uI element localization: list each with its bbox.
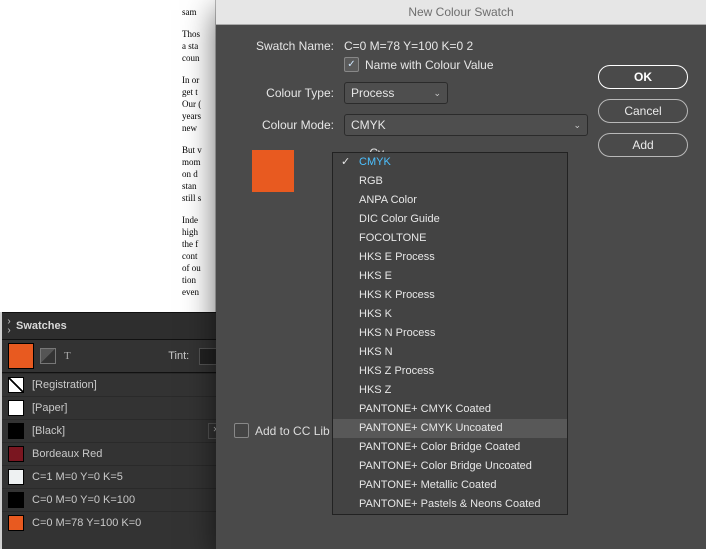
doc-text: But v mom on d stan still s: [0, 144, 211, 204]
dropdown-item[interactable]: PANTONE+ Metallic Coated: [333, 476, 567, 495]
doc-text: sam: [0, 6, 211, 18]
dropdown-item[interactable]: HKS K Process: [333, 286, 567, 305]
dropdown-item[interactable]: PANTONE+ Pastels & Neons Coated: [333, 495, 567, 514]
name-with-value-checkbox[interactable]: ✓: [344, 57, 359, 72]
doc-text: Thos a sta coun: [0, 28, 211, 64]
dropdown-item[interactable]: CMYK: [333, 153, 567, 172]
swatch-chip: [8, 469, 24, 485]
dropdown-item[interactable]: RGB: [333, 172, 567, 191]
cancel-button[interactable]: Cancel: [598, 99, 688, 123]
dropdown-item[interactable]: DIC Color Guide: [333, 210, 567, 229]
dropdown-item[interactable]: HKS N Process: [333, 324, 567, 343]
tint-label: Tint:: [168, 350, 189, 362]
colour-mode-dropdown[interactable]: CMYKRGBANPA ColorDIC Color GuideFOCOLTON…: [332, 152, 568, 515]
add-button[interactable]: Add: [598, 133, 688, 157]
doc-text: Inde high the f cont of ou tion even: [0, 214, 211, 298]
dropdown-item[interactable]: HKS E Process: [333, 248, 567, 267]
dropdown-item[interactable]: PANTONE+ CMYK Coated: [333, 400, 567, 419]
dropdown-item[interactable]: PANTONE+ Color Bridge Uncoated: [333, 457, 567, 476]
swatch-chip: [8, 446, 24, 462]
dropdown-item[interactable]: HKS E: [333, 267, 567, 286]
dropdown-item[interactable]: PANTONE+ CMYK Uncoated: [333, 419, 567, 438]
colour-type-label: Colour Type:: [234, 86, 334, 100]
chevron-down-icon: ⌄: [573, 120, 581, 131]
doc-text: In or get t Our ( years new: [0, 74, 211, 134]
text-swatch-icon[interactable]: T: [64, 350, 71, 362]
colour-type-select[interactable]: Process⌄: [344, 82, 448, 104]
dropdown-item[interactable]: ANPA Color: [333, 191, 567, 210]
colour-mode-label: Colour Mode:: [234, 118, 334, 132]
swatch-name-value: C=0 M=78 Y=100 K=0 2: [344, 39, 473, 53]
stroke-swatch-preview[interactable]: [40, 348, 56, 364]
swatch-chip: [8, 492, 24, 508]
colour-preview: [252, 150, 294, 192]
name-with-value-label: Name with Colour Value: [365, 58, 494, 72]
dropdown-item[interactable]: PANTONE+ Color Bridge Coated: [333, 438, 567, 457]
add-to-cc-checkbox[interactable]: [234, 423, 249, 438]
colour-mode-select[interactable]: CMYK⌄: [344, 114, 588, 136]
swatch-chip: [8, 377, 24, 393]
dropdown-item[interactable]: HKS N: [333, 343, 567, 362]
swatch-name-label: Swatch Name:: [234, 39, 334, 53]
fill-swatch-preview[interactable]: [8, 343, 34, 369]
document-page: sam Thos a sta coun In or get t Our ( ye…: [0, 0, 216, 312]
swatch-chip: [8, 423, 24, 439]
add-to-cc-label: Add to CC Lib: [255, 424, 330, 438]
chevron-down-icon: ⌄: [433, 88, 441, 99]
dialog-titlebar[interactable]: New Colour Swatch: [216, 0, 706, 25]
swatch-chip: [8, 515, 24, 531]
swatch-chip: [8, 400, 24, 416]
dropdown-item[interactable]: HKS Z: [333, 381, 567, 400]
dropdown-item[interactable]: FOCOLTONE: [333, 229, 567, 248]
panel-collapse-icon[interactable]: ››: [2, 317, 16, 335]
swatches-panel-title: Swatches: [16, 320, 67, 332]
ok-button[interactable]: OK: [598, 65, 688, 89]
dropdown-item[interactable]: HKS K: [333, 305, 567, 324]
dropdown-item[interactable]: HKS Z Process: [333, 362, 567, 381]
